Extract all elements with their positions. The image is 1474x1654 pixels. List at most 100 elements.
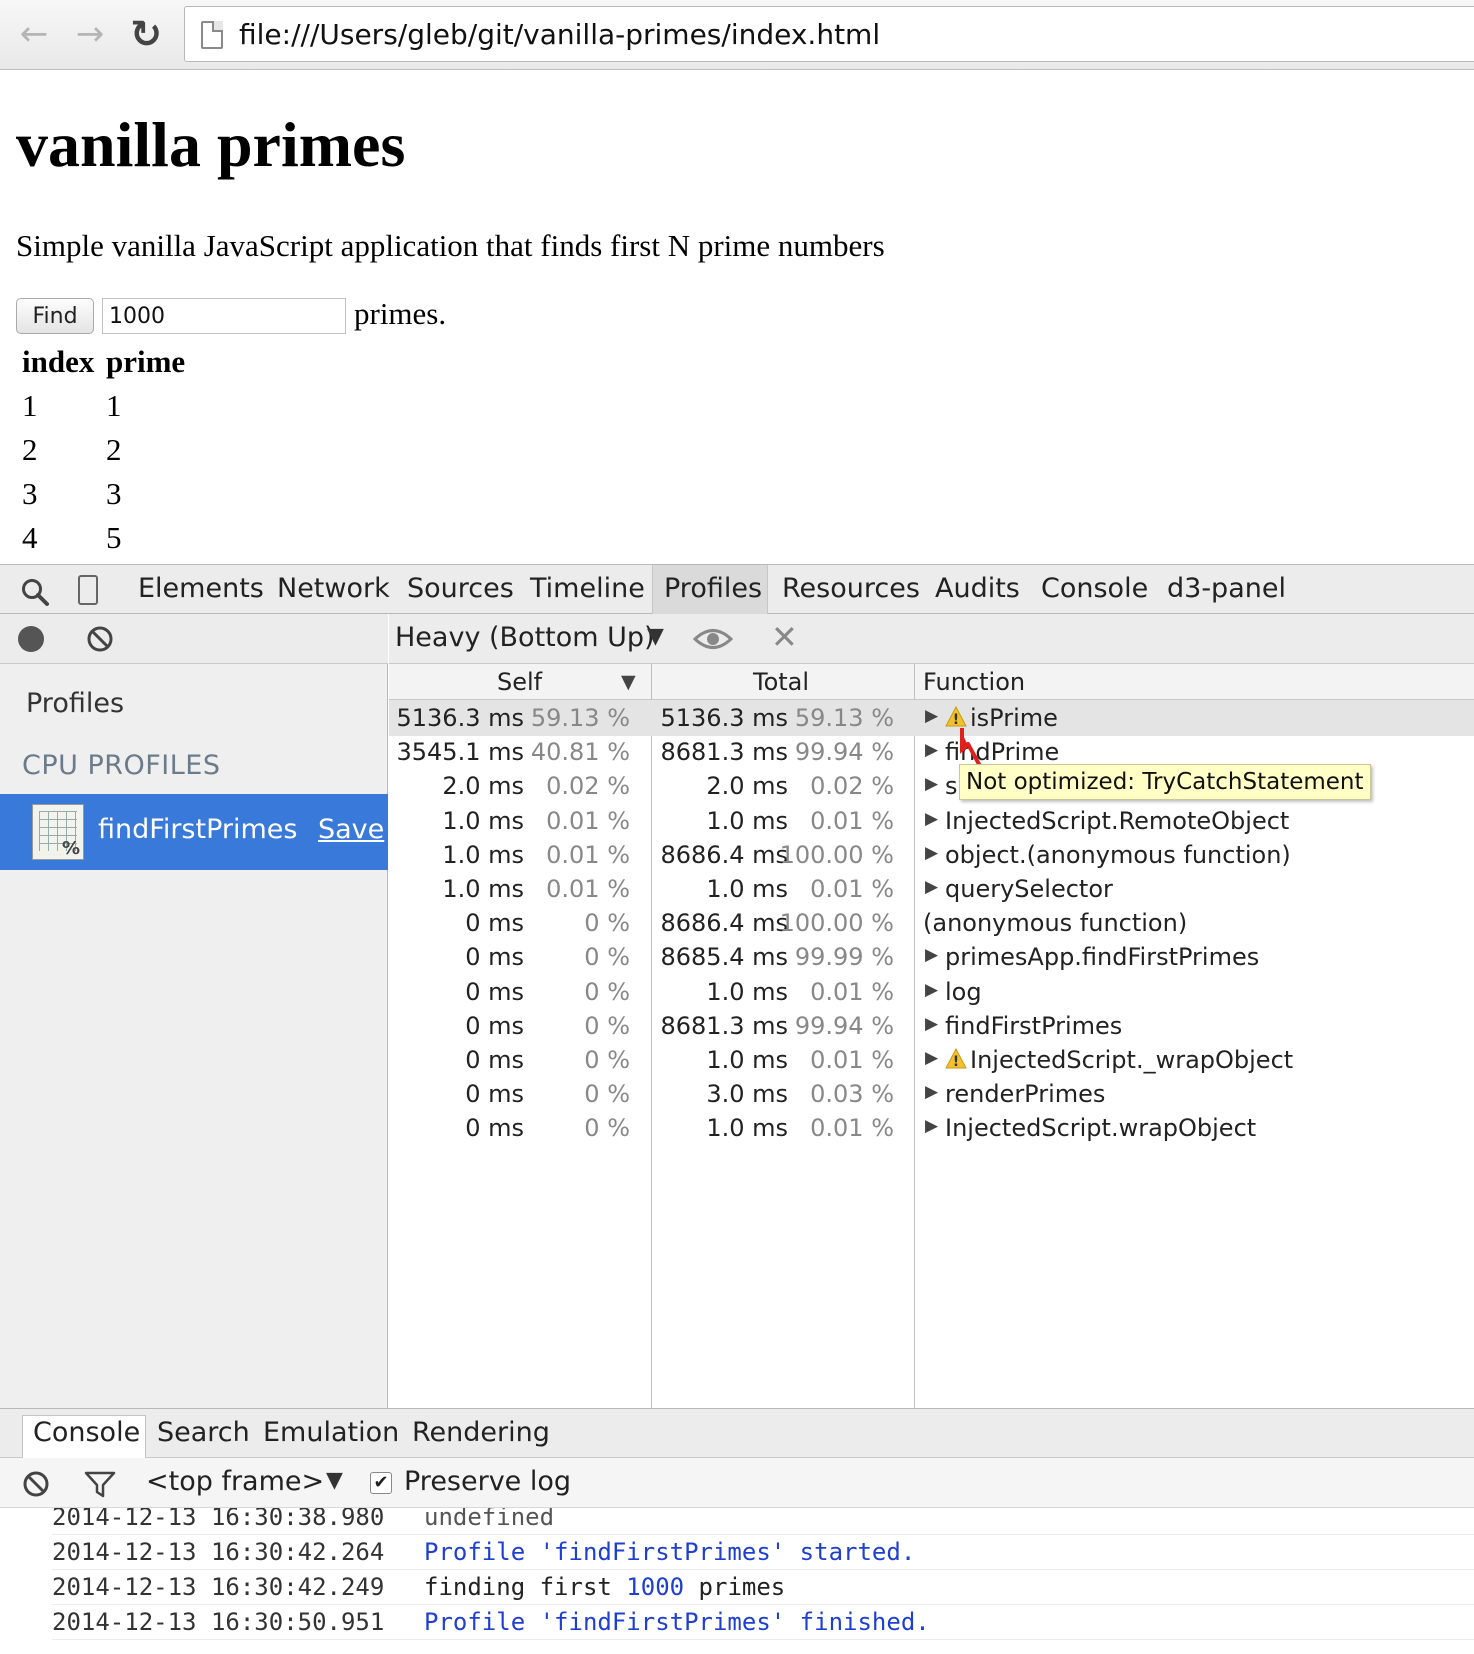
log-number: 1000 (626, 1573, 685, 1601)
forward-arrow-icon[interactable]: → (70, 14, 110, 54)
warning-icon[interactable]: ! (945, 1048, 967, 1070)
function-name[interactable]: querySelector (945, 875, 1113, 903)
warning-icon[interactable]: ! (945, 706, 967, 728)
expand-arrow-icon[interactable]: ▶ (925, 774, 938, 794)
column-header-self[interactable]: Self (497, 668, 542, 696)
url-text[interactable]: file:///Users/gleb/git/vanilla-primes/in… (239, 18, 880, 51)
address-bar[interactable]: file:///Users/gleb/git/vanilla-primes/in… (184, 6, 1474, 62)
table-cell-prime: 2 (106, 432, 122, 467)
filter-icon[interactable] (84, 1470, 116, 1498)
preserve-log-label[interactable]: Preserve log (404, 1466, 571, 1497)
expand-arrow-icon[interactable]: ▶ (925, 1014, 938, 1034)
total-percent: 100.00 % (779, 840, 894, 869)
profile-item-findfirstprimes[interactable]: % findFirstPrimes Save (0, 794, 388, 870)
console-message: 2014-12-13 16:30:42.264 Profile 'findFir… (52, 1535, 1474, 1570)
prime-count-input[interactable] (102, 298, 346, 334)
profile-row[interactable]: 5136.3 ms 59.13 % 5136.3 ms 59.13 % ▶! isPrim… (389, 700, 1474, 736)
total-time: 8686.4 ms (660, 909, 789, 938)
browser-toolbar: ← → ↻ file:///Users/gleb/git/vanilla-pri… (0, 0, 1474, 70)
drawer-tab-search[interactable]: Search (157, 1417, 250, 1448)
frame-select[interactable]: <top frame> (146, 1466, 324, 1497)
profile-row[interactable]: 1.0 ms 0.01 % 8686.4 ms 100.00 % ▶ object.(an… (389, 837, 1474, 873)
self-percent: 0 % (584, 909, 630, 938)
total-time: 1.0 ms (706, 1114, 788, 1143)
profile-row[interactable]: 0 ms 0 % 1.0 ms 0.01 % ▶ InjectedScript.wrapO… (389, 1110, 1474, 1146)
table-row: 3 3 (22, 472, 206, 516)
tab-sources[interactable]: Sources (407, 573, 514, 604)
view-mode-select[interactable]: Heavy (Bottom Up) (395, 622, 655, 653)
tab-audits[interactable]: Audits (935, 573, 1020, 604)
tab-resources[interactable]: Resources (782, 573, 920, 604)
find-button[interactable]: Find (16, 298, 94, 334)
function-name[interactable]: object.(anonymous function) (945, 841, 1291, 869)
console-message: 2014-12-13 16:30:42.249 finding first 10… (52, 1570, 1474, 1605)
clear-console-icon[interactable] (22, 1470, 50, 1498)
function-name[interactable]: (anonymous function) (923, 909, 1187, 937)
device-mode-icon[interactable] (78, 575, 98, 605)
profile-row[interactable]: 0 ms 0 % 8686.4 ms 100.00 % (anonymous funct… (389, 905, 1474, 941)
profiles-heading[interactable]: Profiles (26, 688, 124, 719)
eye-icon[interactable] (693, 626, 733, 652)
tab-d3-panel[interactable]: d3-panel (1167, 573, 1286, 604)
profiler-toolbar: Heavy (Bottom Up) ▼ ✕ (389, 614, 1474, 664)
profile-row[interactable]: 0 ms 0 % 8681.3 ms 99.94 % ▶ findFirstPrimes (389, 1008, 1474, 1044)
close-icon[interactable]: ✕ (771, 618, 798, 656)
tab-timeline[interactable]: Timeline (530, 573, 645, 604)
save-link[interactable]: Save (318, 814, 384, 845)
drawer-tab-bar: Console Search Emulation Rendering (0, 1408, 1474, 1459)
expand-arrow-icon[interactable]: ▶ (925, 945, 938, 965)
expand-arrow-icon[interactable]: ▶ (925, 1116, 938, 1136)
reload-icon[interactable]: ↻ (126, 12, 166, 56)
dropdown-arrow-icon[interactable]: ▼ (647, 624, 664, 649)
self-percent: 59.13 % (530, 704, 630, 732)
expand-arrow-icon[interactable]: ▶ (925, 1048, 938, 1068)
self-percent: 0.02 % (546, 772, 630, 801)
function-name[interactable]: log (945, 978, 982, 1006)
profile-row[interactable]: 0 ms 0 % 1.0 ms 0.01 % ▶ log (389, 974, 1474, 1010)
expand-arrow-icon[interactable]: ▶ (925, 877, 938, 897)
function-name[interactable]: InjectedScript._wrapObject (970, 1046, 1293, 1074)
drawer-tab-rendering[interactable]: Rendering (412, 1417, 550, 1448)
function-name[interactable]: InjectedScript.RemoteObject (945, 807, 1289, 835)
profile-row[interactable]: 0 ms 0 % 1.0 ms 0.01 % ▶! InjectedScript._wra… (389, 1042, 1474, 1078)
table-cell-prime: 5 (106, 520, 122, 555)
total-time: 8681.3 ms (660, 738, 789, 767)
back-arrow-icon[interactable]: ← (14, 14, 54, 54)
tab-console[interactable]: Console (1041, 573, 1148, 604)
record-icon[interactable] (18, 626, 44, 652)
profile-row[interactable]: 1.0 ms 0.01 % 1.0 ms 0.01 % ▶ querySelector (389, 871, 1474, 907)
total-percent: 99.94 % (794, 738, 894, 767)
profile-name: findFirstPrimes (98, 814, 298, 845)
preserve-log-checkbox[interactable]: ✔ (370, 1472, 392, 1494)
function-name[interactable]: s (945, 772, 958, 800)
expand-arrow-icon[interactable]: ▶ (925, 706, 938, 726)
drawer-tab-emulation[interactable]: Emulation (263, 1417, 399, 1448)
drawer-tab-console[interactable]: Console (33, 1417, 140, 1448)
profile-row[interactable]: 1.0 ms 0.01 % 1.0 ms 0.01 % ▶ InjectedScript.… (389, 803, 1474, 839)
page-title: vanilla primes (16, 109, 406, 180)
tab-network[interactable]: Network (277, 573, 390, 604)
expand-arrow-icon[interactable]: ▶ (925, 1082, 938, 1102)
column-header-total[interactable]: Total (753, 668, 809, 696)
expand-arrow-icon[interactable]: ▶ (925, 809, 938, 829)
expand-arrow-icon[interactable]: ▶ (925, 980, 938, 1000)
column-header-function[interactable]: Function (923, 668, 1025, 696)
tab-elements[interactable]: Elements (138, 573, 264, 604)
total-time: 8681.3 ms (660, 1011, 789, 1040)
expand-arrow-icon[interactable]: ▶ (925, 843, 938, 863)
function-name[interactable]: primesApp.findFirstPrimes (945, 943, 1259, 971)
expand-arrow-icon[interactable]: ▶ (925, 740, 938, 760)
search-icon[interactable] (20, 577, 50, 607)
function-name[interactable]: renderPrimes (945, 1080, 1105, 1108)
profile-row[interactable]: 0 ms 0 % 3.0 ms 0.03 % ▶ renderPrimes (389, 1076, 1474, 1112)
clear-icon[interactable] (86, 625, 114, 653)
self-time: 0 ms (465, 943, 524, 972)
function-name[interactable]: findFirstPrimes (945, 1012, 1122, 1040)
tab-profiles[interactable]: Profiles (664, 573, 762, 604)
profile-row[interactable]: 0 ms 0 % 8685.4 ms 99.99 % ▶ primesApp.findFi… (389, 939, 1474, 975)
function-name[interactable]: InjectedScript.wrapObject (945, 1114, 1256, 1142)
dropdown-arrow-icon[interactable]: ▼ (326, 1468, 343, 1493)
profile-grid-header: Self ▼ Total Function (389, 664, 1474, 700)
table-row: 1 1 (22, 384, 206, 428)
self-time: 1.0 ms (442, 840, 524, 869)
